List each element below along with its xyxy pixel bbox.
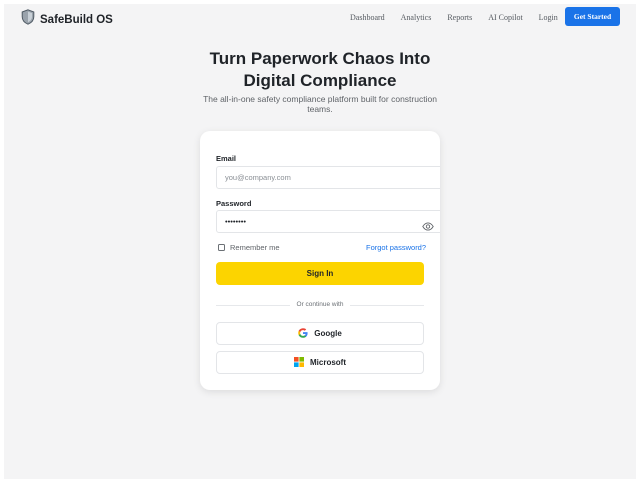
email-label: Email [216, 154, 237, 163]
remember-me: Remember me [218, 243, 280, 252]
hero-title-line-1: Turn Paperwork Chaos Into [209, 49, 431, 68]
nav-link-ai-copilot[interactable]: AI Copilot [488, 13, 522, 22]
google-icon [298, 325, 314, 343]
remember-me-label[interactable]: Remember me [230, 243, 280, 252]
remember-me-checkbox[interactable] [218, 244, 225, 251]
sign-in-button[interactable]: Sign In [216, 262, 424, 285]
divider-line-right [350, 305, 424, 306]
hero-title: Turn Paperwork Chaos Into Digital Compli… [4, 48, 636, 92]
email-field-wrapper [216, 166, 440, 189]
eye-icon[interactable] [422, 218, 434, 231]
password-field[interactable] [217, 211, 440, 232]
microsoft-label: Microsoft [310, 358, 346, 367]
hero-subtitle: The all-in-one safety compliance platfor… [203, 94, 437, 114]
nav-links: Dashboard Analytics Reports AI Copilot L… [350, 4, 558, 31]
nav-link-reports[interactable]: Reports [447, 13, 472, 22]
nav-link-analytics[interactable]: Analytics [401, 13, 432, 22]
nav-link-login[interactable]: Login [539, 13, 558, 22]
get-started-button[interactable]: Get Started [565, 7, 620, 26]
microsoft-icon [294, 354, 310, 372]
login-card: Email Password Remember me Forgot passwo… [200, 131, 440, 390]
brand[interactable]: SafeBuild OS [21, 9, 113, 30]
app-frame: SafeBuild OS Dashboard Analytics Reports… [4, 4, 636, 479]
brand-name: SafeBuild OS [40, 13, 113, 26]
google-label: Google [314, 329, 342, 338]
email-field[interactable] [217, 167, 440, 188]
google-button[interactable]: Google [216, 322, 424, 345]
forgot-password-link[interactable]: Forgot password? [366, 243, 426, 252]
top-navbar: SafeBuild OS Dashboard Analytics Reports… [4, 4, 636, 31]
microsoft-button[interactable]: Microsoft [216, 351, 424, 374]
shield-icon [21, 9, 35, 30]
password-field-wrapper [216, 210, 440, 233]
nav-link-dashboard[interactable]: Dashboard [350, 13, 385, 22]
password-label: Password [216, 199, 252, 208]
hero-title-line-2: Digital Compliance [243, 71, 397, 90]
